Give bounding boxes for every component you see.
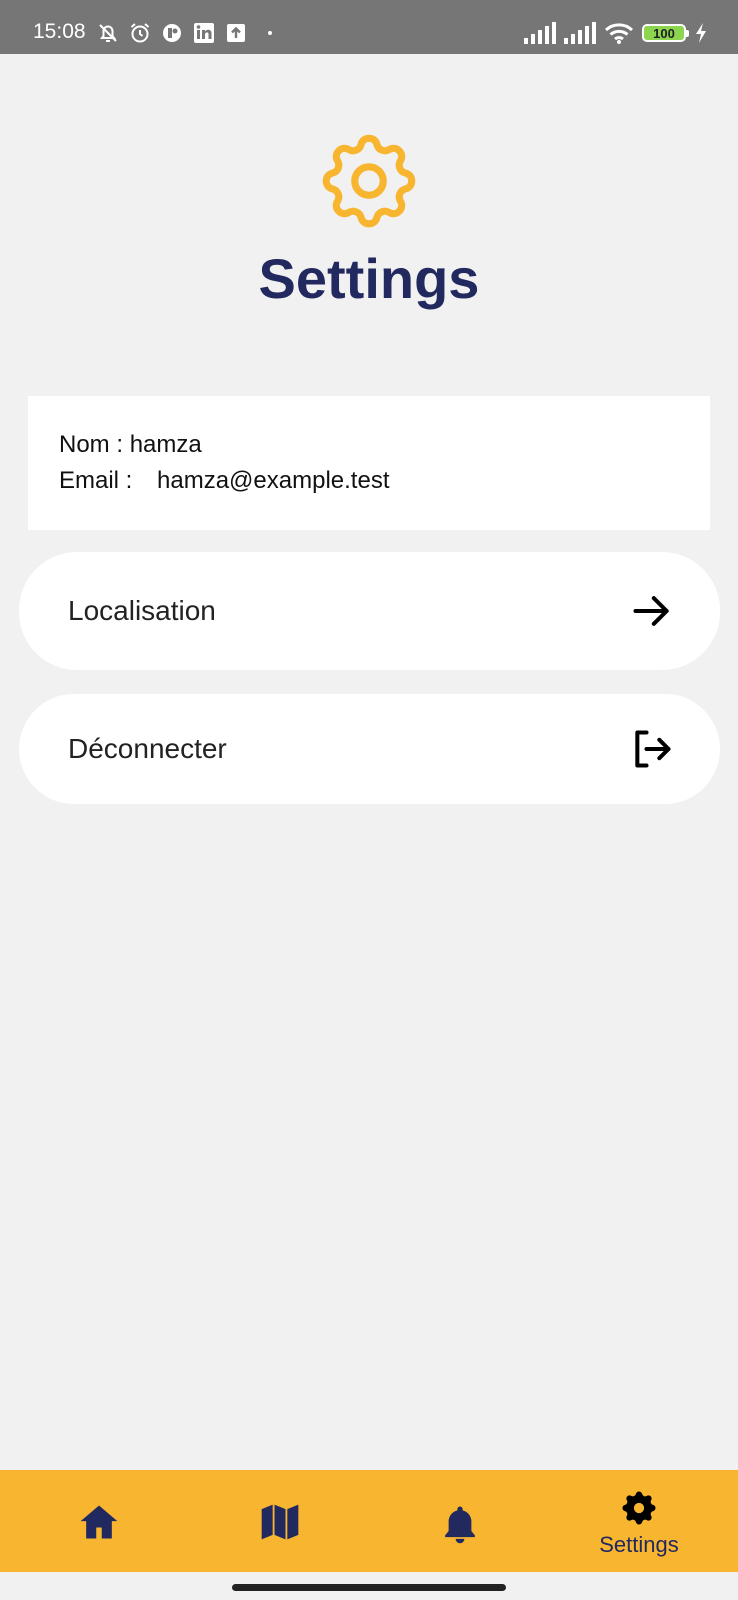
- nav-home[interactable]: [44, 1470, 154, 1572]
- charging-icon: [696, 23, 706, 43]
- home-icon: [80, 1505, 118, 1539]
- nav-map[interactable]: [225, 1470, 335, 1572]
- status-left-icons: [96, 20, 280, 46]
- page-title: Settings: [258, 247, 480, 310]
- profile-email-line: Email : hamza@example.test: [59, 466, 389, 496]
- email-value: hamza@example.test: [157, 467, 390, 494]
- bell-icon: [445, 1506, 475, 1544]
- nav-settings[interactable]: Settings: [584, 1470, 694, 1572]
- name-value: hamza: [129, 431, 202, 458]
- localisation-button[interactable]: Localisation: [19, 552, 720, 670]
- gear-icon: [322, 134, 416, 228]
- arrow-right-icon: [633, 596, 669, 626]
- notifications-off-icon: [99, 24, 117, 42]
- app-circle-icon: [163, 24, 181, 42]
- map-icon: [261, 1504, 299, 1540]
- home-indicator[interactable]: [232, 1584, 506, 1591]
- logout-icon: [635, 730, 671, 768]
- status-right-icons: 100: [524, 20, 708, 46]
- email-label: Email :: [59, 467, 140, 494]
- nav-settings-label: Settings: [599, 1532, 679, 1557]
- upload-icon: [227, 24, 245, 42]
- signal-icon: [524, 22, 556, 44]
- profile-name-line: Nom : hamza: [59, 430, 202, 460]
- name-label: Nom :: [59, 431, 130, 458]
- status-bar: 15:08 100: [0, 0, 738, 54]
- localisation-label: Localisation: [68, 595, 216, 626]
- battery-icon: 100: [642, 24, 689, 42]
- alarm-icon: [130, 23, 150, 43]
- nav-notifications[interactable]: [405, 1470, 515, 1572]
- logout-label: Déconnecter: [68, 733, 227, 764]
- linkedin-icon: [194, 23, 214, 43]
- bottom-nav: Settings: [0, 1470, 738, 1572]
- gear-icon: [622, 1491, 656, 1525]
- wifi-icon: [604, 23, 634, 44]
- profile-card: Nom : hamza Email : hamza@example.test: [28, 396, 710, 530]
- dot-icon: [268, 31, 272, 35]
- status-time: 15:08: [33, 20, 86, 43]
- logout-button[interactable]: Déconnecter: [19, 694, 720, 804]
- signal-icon: [564, 22, 596, 44]
- battery-level: 100: [653, 25, 675, 41]
